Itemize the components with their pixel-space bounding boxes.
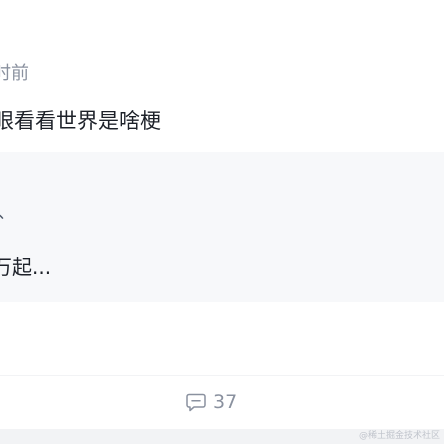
action-divider <box>0 375 444 376</box>
quoted-post-text[interactable]: 万起... <box>0 253 51 281</box>
watermark: @稀土掘金技术社区 <box>358 431 440 441</box>
comment-button[interactable]: 37 <box>185 390 237 414</box>
post-card: 时前 眼看看世界是啥梗 、 万起... 37 @稀土掘金技术社区 <box>0 0 444 444</box>
comment-count: 37 <box>213 391 238 413</box>
post-content[interactable]: 眼看看世界是啥梗 <box>0 107 161 135</box>
post-timestamp: 时前 <box>0 63 29 84</box>
comment-icon <box>186 393 206 412</box>
quoted-post-mark: 、 <box>0 203 14 223</box>
quoted-post-card[interactable] <box>0 152 444 302</box>
